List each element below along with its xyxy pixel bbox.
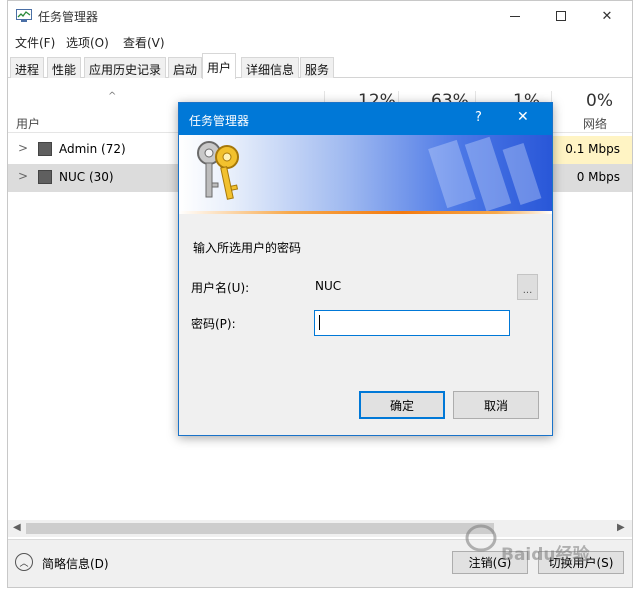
chevron-right-icon[interactable]: > <box>18 141 28 155</box>
cancel-button[interactable]: 取消 <box>453 391 539 419</box>
maximize-icon <box>556 11 566 21</box>
minimize-icon <box>510 15 520 17</box>
username-label: 用户名(U): <box>191 281 250 295</box>
browse-user-button[interactable]: ... <box>517 274 538 300</box>
dialog-prompt: 输入所选用户的密码 <box>193 241 302 255</box>
minimize-button[interactable] <box>492 1 538 31</box>
dialog-title: 任务管理器 <box>189 114 250 128</box>
maximize-button[interactable] <box>538 1 584 31</box>
column-user[interactable]: 用户 <box>16 115 40 132</box>
menu-bar: 文件(F) 选项(O) 查看(V) <box>8 31 632 53</box>
password-input[interactable] <box>314 310 510 336</box>
task-manager-app-icon <box>16 9 32 22</box>
baidu-watermark: Baidu经验 <box>455 518 605 568</box>
menu-view[interactable]: 查看(V) <box>123 34 165 51</box>
watermark-text: Baidu经验 <box>501 544 591 565</box>
user-name: NUC (30) <box>59 170 114 184</box>
network-value: 0.1 Mbps <box>565 142 620 156</box>
baidu-logo-icon: Baidu经验 <box>465 524 591 565</box>
tab-details[interactable]: 详细信息 <box>241 57 300 78</box>
scroll-left-icon[interactable]: ◀ <box>13 522 21 533</box>
sort-ascending-icon: ^ <box>108 91 117 102</box>
close-icon: ✕ <box>601 8 613 24</box>
scroll-right-icon[interactable]: ▶ <box>617 522 625 533</box>
text-caret <box>319 315 320 330</box>
username-value: NUC <box>315 279 342 293</box>
tab-strip: 进程 性能 应用历史记录 启动 用户 详细信息 服务 <box>8 53 632 79</box>
tab-services[interactable]: 服务 <box>300 57 335 78</box>
title-bar: 任务管理器 ✕ <box>8 1 632 31</box>
tab-processes[interactable]: 进程 <box>10 57 45 78</box>
password-dialog: 任务管理器 ? ✕ 输入所选用户的密码 用户名(U): NUC ... 密码(P… <box>178 102 553 436</box>
menu-file[interactable]: 文件(F) <box>15 34 55 51</box>
network-value: 0 Mbps <box>576 170 620 184</box>
column-network-label[interactable]: 网络 <box>583 115 607 132</box>
close-button[interactable]: ✕ <box>584 1 630 31</box>
keys-icon <box>197 136 542 211</box>
user-avatar-icon <box>38 170 52 184</box>
password-label: 密码(P): <box>191 317 236 331</box>
scrollbar-thumb[interactable] <box>26 523 494 534</box>
column-network-percent[interactable]: 0% <box>586 91 613 111</box>
user-name: Admin (72) <box>59 142 126 156</box>
ok-button[interactable]: 确定 <box>359 391 445 419</box>
tab-performance[interactable]: 性能 <box>47 57 82 78</box>
banner-accent-line <box>179 211 552 214</box>
tab-users[interactable]: 用户 <box>202 53 237 79</box>
dialog-banner <box>179 135 552 211</box>
help-button[interactable]: ? <box>475 110 482 125</box>
tab-app-history[interactable]: 应用历史记录 <box>84 57 167 78</box>
collapse-up-icon[interactable]: ︿ <box>15 553 33 571</box>
chevron-right-icon[interactable]: > <box>18 169 28 183</box>
tab-startup[interactable]: 启动 <box>168 57 203 78</box>
dialog-close-icon[interactable]: ✕ <box>517 109 529 125</box>
dialog-title-bar: 任务管理器 ? ✕ <box>179 103 552 135</box>
fewer-details-link[interactable]: 简略信息(D) <box>42 555 109 572</box>
menu-options[interactable]: 选项(O) <box>66 34 109 51</box>
user-avatar-icon <box>38 142 52 156</box>
window-title: 任务管理器 <box>38 10 99 24</box>
